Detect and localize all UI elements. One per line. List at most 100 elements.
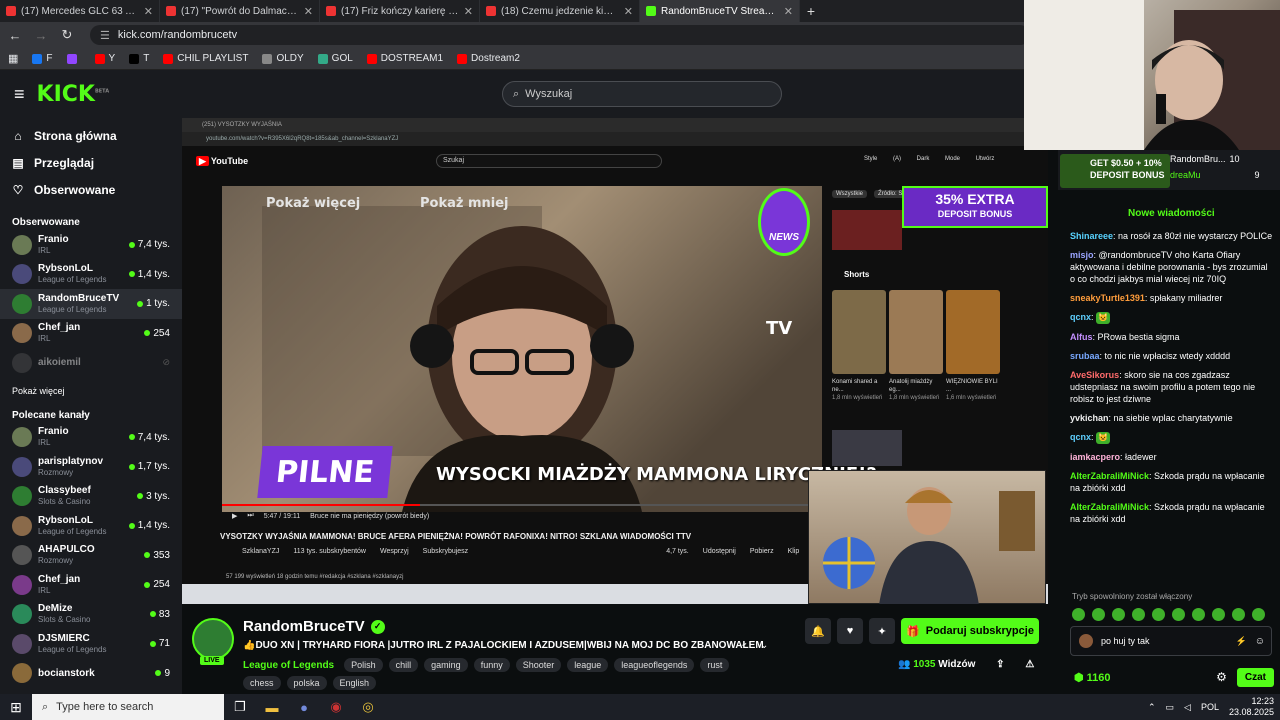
browser-tab[interactable]: (17) "Powrót do Dalmacji" - RO ✕ — [160, 0, 320, 22]
sidebar-channel[interactable]: Franio IRL 7,4 tys. — [0, 230, 182, 260]
sidebar-channel[interactable]: Classybeef Slots & Casino 3 tys. — [0, 482, 182, 512]
task-view-icon[interactable]: ❐ — [224, 699, 256, 715]
close-tab-icon[interactable]: ✕ — [784, 5, 793, 18]
sidebar-channel[interactable]: bocianstork 9 — [0, 659, 182, 689]
sidebar-nav-item[interactable]: ⌂ Strona główna — [0, 122, 182, 149]
app-icon[interactable]: ◉ — [320, 699, 352, 715]
chat-username[interactable]: misjo — [1070, 250, 1094, 260]
close-tab-icon[interactable]: ✕ — [464, 5, 473, 18]
reload-icon[interactable]: ↻ — [60, 27, 74, 43]
chat-username[interactable]: AlterZabraliMiNick — [1070, 502, 1149, 512]
next-icon[interactable]: ⏭ — [247, 512, 253, 520]
menu-icon[interactable]: ≡ — [14, 84, 25, 105]
browser-tab[interactable]: RandomBruceTV Stream - K ✕ — [640, 0, 800, 22]
show-more-link[interactable]: Pokaż więcej — [0, 386, 182, 396]
stream-tag[interactable]: chess — [243, 676, 281, 690]
chevron-down-icon[interactable]: ⌄ — [760, 640, 768, 651]
bookmark-item[interactable]: T — [129, 53, 149, 64]
volume-icon[interactable]: ◁ — [1184, 702, 1191, 713]
emote-icon[interactable] — [1152, 608, 1165, 621]
site-info-icon[interactable]: ☰ — [100, 29, 110, 42]
bookmark-item[interactable] — [66, 53, 81, 64]
browser-tab[interactable]: (18) Czemu jedzenie kiedyś było ✕ — [480, 0, 640, 22]
sidebar-channel[interactable]: RybsonLoL League of Legends 1,4 tys. — [0, 260, 182, 290]
emote-icon[interactable] — [1172, 608, 1185, 621]
sidebar-channel[interactable]: AHAPULCO Rozmowy 353 — [0, 541, 182, 571]
sidebar-channel[interactable]: Franio IRL 7,4 tys. — [0, 423, 182, 453]
bookmark-item[interactable]: F — [32, 53, 53, 64]
sidebar-channel[interactable]: DJSMIERC League of Legends 71 — [0, 629, 182, 659]
chat-promo-banner[interactable]: GET $0.50 + 10% DEPOSIT BONUS — [1060, 154, 1170, 188]
chat-username[interactable]: qcnx — [1070, 432, 1091, 442]
network-icon[interactable]: ▭ — [1166, 702, 1175, 713]
chat-input[interactable]: po huj ty tak ⚡ ☺ — [1070, 626, 1272, 656]
clock[interactable]: 12:23 23.08.2025 — [1229, 696, 1274, 718]
command-icon[interactable]: ⚡ — [1236, 636, 1247, 647]
bookmark-item[interactable]: GOL — [317, 53, 353, 64]
close-tab-icon[interactable]: ✕ — [144, 5, 153, 18]
taskbar-search[interactable]: ⌕ Type here to search — [32, 694, 224, 720]
bookmark-item[interactable]: Dostream2 — [457, 53, 520, 64]
emote-icon[interactable] — [1232, 608, 1245, 621]
sidebar-nav-item[interactable]: ♡ Obserwowane — [0, 176, 182, 203]
chat-username[interactable]: srubaa — [1070, 351, 1100, 361]
bookmark-item[interactable]: CHIL PLAYLIST — [163, 53, 248, 64]
new-messages-label[interactable]: Nowe wiadomości — [1128, 208, 1215, 219]
language-indicator[interactable]: POL — [1201, 702, 1219, 712]
streamer-name[interactable]: RandomBruceTV — [243, 618, 365, 635]
gift-subscription-button[interactable]: 🎁 Podaruj subskrypcje — [901, 618, 1039, 644]
back-icon[interactable]: ← — [8, 28, 22, 43]
windows-start-icon[interactable]: ⊞ — [0, 699, 32, 716]
bookmark-item[interactable]: DOSTREAM1 — [366, 53, 443, 64]
stream-tag[interactable]: polska — [286, 676, 327, 690]
sidebar-channel[interactable]: parisplatynov Rozmowy 1,7 tys. — [0, 452, 182, 482]
emote-icon[interactable] — [1092, 608, 1105, 621]
report-icon[interactable]: ⚠ — [1025, 659, 1034, 670]
sidebar-channel[interactable]: DeMize Slots & Casino 83 — [0, 600, 182, 630]
emote-icon[interactable] — [1072, 608, 1085, 621]
chat-username[interactable]: sneakyTurtle1391 — [1070, 293, 1145, 303]
emote-icon[interactable] — [1132, 608, 1145, 621]
browser-tab[interactable]: (17) Mercedes GLC 63 AMG, czy ✕ — [0, 0, 160, 22]
stream-tag[interactable]: chill — [388, 658, 419, 672]
emote-icon[interactable] — [1112, 608, 1125, 621]
stream-tag[interactable]: Shooter — [515, 658, 562, 672]
discord-icon[interactable]: ● — [288, 700, 320, 715]
stream-tag[interactable]: leagueoflegends — [614, 658, 695, 672]
forward-icon[interactable]: → — [34, 28, 48, 43]
stream-tag[interactable]: league — [567, 658, 609, 672]
sidebar-nav-item[interactable]: ▤ Przeglądaj — [0, 149, 182, 176]
chat-settings-icon[interactable]: ⚙ — [1216, 670, 1227, 684]
browser-tab[interactable]: (17) Friz kończy karierę influen ✕ — [320, 0, 480, 22]
chrome-icon[interactable]: ◎ — [352, 699, 384, 715]
tray-chevron-icon[interactable]: ⌃ — [1148, 702, 1156, 713]
sidebar-channel[interactable]: RybsonLoL League of Legends 1,4 tys. — [0, 511, 182, 541]
stream-tag[interactable]: rust — [700, 658, 730, 672]
close-tab-icon[interactable]: ✕ — [304, 5, 313, 18]
chat-username[interactable]: qcnx — [1070, 312, 1091, 322]
channel-points[interactable]: ⬢ 1160 — [1074, 671, 1216, 684]
stream-category[interactable]: League of Legends — [243, 660, 334, 671]
new-tab-icon[interactable]: + — [800, 0, 822, 22]
bookmark-item[interactable]: OLDY — [262, 53, 304, 64]
bookmark-item[interactable]: Y — [94, 53, 115, 64]
sidebar-channel[interactable]: aikoiemil ⊘ — [0, 348, 182, 378]
follow-heart-icon[interactable]: ♥ — [837, 618, 863, 644]
stream-tag[interactable]: funny — [473, 658, 510, 672]
url-field[interactable]: ☰ kick.com/randombrucetv — [90, 25, 1030, 45]
stream-tag[interactable]: Polish — [344, 658, 383, 672]
notification-bell-icon[interactable]: 🔔 — [805, 618, 831, 644]
stream-tag[interactable]: English — [332, 676, 377, 690]
chat-username[interactable]: Shinareee — [1070, 231, 1113, 241]
kick-logo[interactable]: KICKBETA — [37, 82, 110, 107]
send-chat-button[interactable]: Czat — [1236, 667, 1274, 687]
emote-icon[interactable] — [1192, 608, 1205, 621]
sidebar-channel[interactable]: RandomBruceTV League of Legends 1 tys. — [0, 289, 182, 319]
chat-username[interactable]: Alfus — [1070, 332, 1093, 342]
chat-username[interactable]: AveSikorus — [1070, 370, 1119, 380]
share-icon[interactable]: ⇪ — [996, 659, 1004, 670]
boost-icon[interactable]: ✦ — [869, 618, 895, 644]
file-explorer-icon[interactable]: ▬ — [256, 700, 288, 715]
chat-username[interactable]: yvkichan — [1070, 413, 1109, 423]
emoji-icon[interactable]: ☺ — [1255, 636, 1265, 647]
